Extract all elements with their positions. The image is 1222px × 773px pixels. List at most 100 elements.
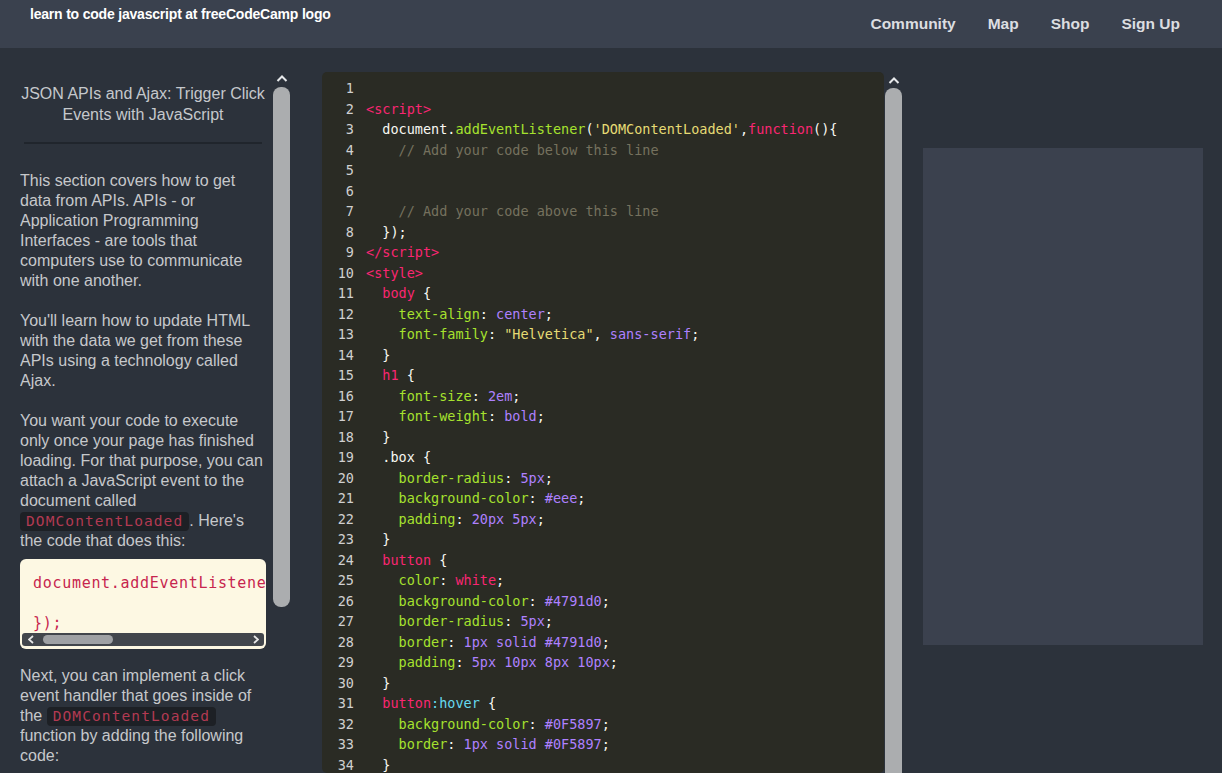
scrollbar-thumb[interactable]: [273, 87, 290, 607]
code-line[interactable]: 33 border: 1px solid #0F5897;: [322, 734, 884, 755]
line-number: 6: [322, 181, 354, 202]
line-number: 23: [322, 529, 354, 550]
line-number: 16: [322, 386, 354, 407]
line-number: 30: [322, 673, 354, 694]
line-number: 3: [322, 119, 354, 140]
nav-links: Community Map Shop Sign Up: [870, 15, 1180, 33]
line-number: 22: [322, 509, 354, 530]
line-number: 26: [322, 591, 354, 612]
description-paragraph: Next, you can implement a click event ha…: [20, 666, 266, 766]
code-line[interactable]: 7 // Add your code above this line: [322, 201, 884, 222]
code-line[interactable]: 22 padding: 20px 5px;: [322, 509, 884, 530]
line-number: 31: [322, 693, 354, 714]
code-line[interactable]: 15 h1 {: [322, 365, 884, 386]
description-paragraph: You'll learn how to update HTML with the…: [20, 311, 266, 391]
code-editor[interactable]: 12<script>3 document.addEventListener('D…: [322, 72, 884, 773]
description-paragraph: You want your code to execute only once …: [20, 411, 266, 551]
nav-link-community[interactable]: Community: [870, 15, 955, 33]
horizontal-scrollbar[interactable]: [22, 633, 264, 646]
nav-link-shop[interactable]: Shop: [1051, 15, 1090, 33]
code-line[interactable]: 34 }: [322, 755, 884, 773]
paragraph-text: You want your code to execute only once …: [20, 412, 263, 509]
preview-pane: [923, 148, 1203, 645]
code-line[interactable]: 6: [322, 181, 884, 202]
paragraph-text: function by adding the following code:: [20, 727, 243, 764]
line-number: 11: [322, 283, 354, 304]
line-number: 18: [322, 427, 354, 448]
line-number: 20: [322, 468, 354, 489]
freecodecamp-logo[interactable]: learn to code javascript at freeCodeCamp…: [30, 6, 331, 22]
scroll-up-icon[interactable]: [885, 74, 903, 88]
code-line[interactable]: 17 font-weight: bold;: [322, 406, 884, 427]
code-line[interactable]: 3 document.addEventListener('DOMContentL…: [322, 119, 884, 140]
code-line[interactable]: 30 }: [322, 673, 884, 694]
line-number: 7: [322, 201, 354, 222]
code-line[interactable]: 16 font-size: 2em;: [322, 386, 884, 407]
inline-code: DOMContentLoaded: [20, 512, 189, 531]
line-number: 17: [322, 406, 354, 427]
code-line[interactable]: 13 font-family: "Helvetica", sans-serif;: [322, 324, 884, 345]
line-number: 14: [322, 345, 354, 366]
code-line[interactable]: 14 }: [322, 345, 884, 366]
line-number: 9: [322, 242, 354, 263]
nav-link-map[interactable]: Map: [988, 15, 1019, 33]
code-line[interactable]: 25 color: white;: [322, 570, 884, 591]
scrollbar-thumb[interactable]: [43, 635, 113, 644]
code-line[interactable]: 2<script>: [322, 99, 884, 120]
inline-code: DOMContentLoaded: [47, 707, 216, 726]
line-number: 1: [322, 78, 354, 99]
code-line[interactable]: 21 background-color: #eee;: [322, 488, 884, 509]
line-number: 12: [322, 304, 354, 325]
line-number: 29: [322, 652, 354, 673]
line-number: 4: [322, 140, 354, 161]
code-line[interactable]: 31 button:hover {: [322, 693, 884, 714]
snippet-line: document.addEventListene: [33, 573, 266, 593]
line-number: 33: [322, 734, 354, 755]
line-number: 21: [322, 488, 354, 509]
line-number: 28: [322, 632, 354, 653]
code-line[interactable]: 23 }: [322, 529, 884, 550]
code-line[interactable]: 12 text-align: center;: [322, 304, 884, 325]
code-line[interactable]: 29 padding: 5px 10px 8px 10px;: [322, 652, 884, 673]
code-line[interactable]: 1: [322, 78, 884, 99]
line-number: 24: [322, 550, 354, 571]
code-lines: 12<script>3 document.addEventListener('D…: [322, 78, 884, 773]
snippet-line: });: [33, 613, 266, 633]
code-line[interactable]: 5: [322, 160, 884, 181]
description-paragraph: This section covers how to get data from…: [20, 171, 266, 291]
line-number: 25: [322, 570, 354, 591]
code-line[interactable]: 27 border-radius: 5px;: [322, 611, 884, 632]
scroll-right-icon[interactable]: [249, 633, 262, 646]
code-line[interactable]: 8 });: [322, 222, 884, 243]
line-number: 19: [322, 447, 354, 468]
code-line[interactable]: 26 background-color: #4791d0;: [322, 591, 884, 612]
line-number: 8: [322, 222, 354, 243]
code-line[interactable]: 10<style>: [322, 263, 884, 284]
code-line[interactable]: 32 background-color: #0F5897;: [322, 714, 884, 735]
line-number: 2: [322, 99, 354, 120]
line-number: 34: [322, 755, 354, 773]
code-line[interactable]: 4 // Add your code below this line: [322, 140, 884, 161]
code-line[interactable]: 19 .box {: [322, 447, 884, 468]
line-number: 27: [322, 611, 354, 632]
line-number: 10: [322, 263, 354, 284]
navbar: learn to code javascript at freeCodeCamp…: [0, 0, 1222, 48]
code-line[interactable]: 11 body {: [322, 283, 884, 304]
line-number: 15: [322, 365, 354, 386]
scroll-left-icon[interactable]: [24, 633, 37, 646]
nav-link-signup[interactable]: Sign Up: [1121, 15, 1180, 33]
scrollbar-thumb[interactable]: [885, 88, 902, 773]
code-line[interactable]: 24 button {: [322, 550, 884, 571]
editor-scrollbar[interactable]: [885, 48, 903, 773]
line-number: 5: [322, 160, 354, 181]
scroll-up-icon[interactable]: [273, 72, 291, 86]
challenge-sidebar: JSON APIs and Ajax: Trigger Click Events…: [20, 48, 266, 773]
code-line[interactable]: 9</script>: [322, 242, 884, 263]
line-number: 13: [322, 324, 354, 345]
challenge-title: JSON APIs and Ajax: Trigger Click Events…: [20, 84, 266, 125]
code-line[interactable]: 28 border: 1px solid #4791d0;: [322, 632, 884, 653]
code-line[interactable]: 18 }: [322, 427, 884, 448]
code-snippet-well: document.addEventListene });: [20, 559, 266, 649]
sidebar-scrollbar[interactable]: [273, 48, 291, 773]
code-line[interactable]: 20 border-radius: 5px;: [322, 468, 884, 489]
